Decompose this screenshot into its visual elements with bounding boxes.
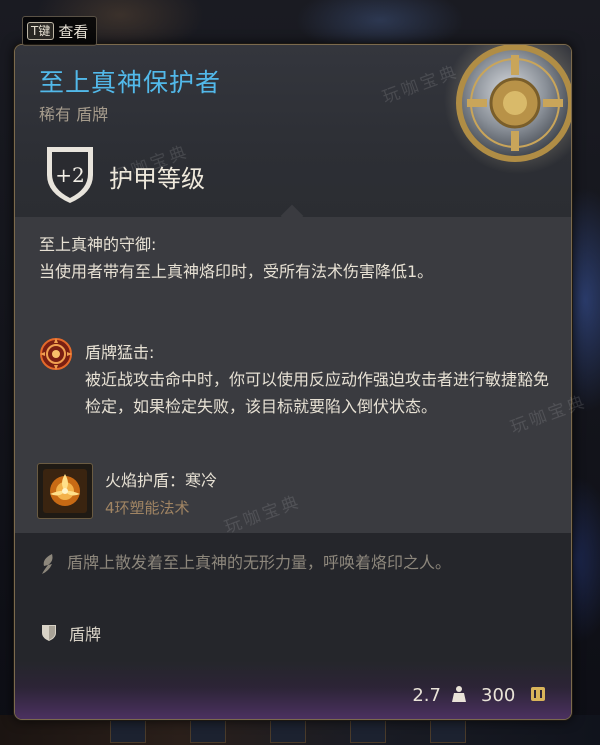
inspect-hint[interactable]: T键 查看 [22,16,98,46]
flavor-section: 盾牌上散发着至上真神的无形力量，呼唤着烙印之人。 盾牌 [15,533,571,661]
coin-icon [531,687,545,701]
hotbar-slot[interactable] [110,719,146,743]
shield-item-art [444,45,571,174]
hotbar-slot[interactable] [350,719,386,743]
item-tooltip: 至上真神保护者 稀有 盾牌 +2 护甲等级 至上真神的守御: 当使用者带有至上真… [14,44,572,720]
shield-bash-icon [40,338,72,370]
flavor-text: 盾牌上散发着至上真神的无形力量，呼唤着烙印之人。 [67,553,452,572]
fire-shield-spell-icon [43,469,87,513]
item-rarity-type: 稀有 盾牌 [39,105,109,124]
item-weight: 2.7 [412,685,441,706]
shield-bash-description: 被近战攻击命中时，你可以使用反应动作强迫攻击者进行敏捷豁免检定，如果检定失败，该… [85,370,550,416]
passive-name: 至上真神的守御: [39,235,157,254]
tooltip-header: 至上真神保护者 稀有 盾牌 +2 护甲等级 [15,45,571,217]
hotkey-keycap: T键 [27,22,55,40]
spell-name: 火焰护盾：寒冷 [105,471,218,490]
shield-badge-icon: +2 [47,147,93,203]
passive-description: 当使用者带有至上真神烙印时，受所有法术伤害降低1。 [39,262,434,281]
item-type-label: 盾牌 [69,625,102,644]
item-name: 至上真神保护者 [39,68,222,97]
hotbar-slot[interactable] [270,719,306,743]
hotbar-slot[interactable] [190,719,226,743]
armor-bonus-value: +2 [55,163,84,187]
tooltip-footer: 2.7 300 [15,661,571,719]
feather-icon [42,554,53,574]
shield-type-icon [42,625,56,641]
spell-level-school: 4环塑能法术 [105,499,190,517]
item-price: 300 [481,685,516,706]
spell-icon-frame[interactable] [37,463,93,519]
item-description: 至上真神的守御: 当使用者带有至上真神烙印时，受所有法术伤害降低1。 盾牌猛击:… [15,217,571,533]
shield-bash-name: 盾牌猛击: [85,343,155,362]
weight-icon [452,686,466,702]
inspect-label: 查看 [58,22,89,41]
hotbar-slot[interactable] [430,719,466,743]
